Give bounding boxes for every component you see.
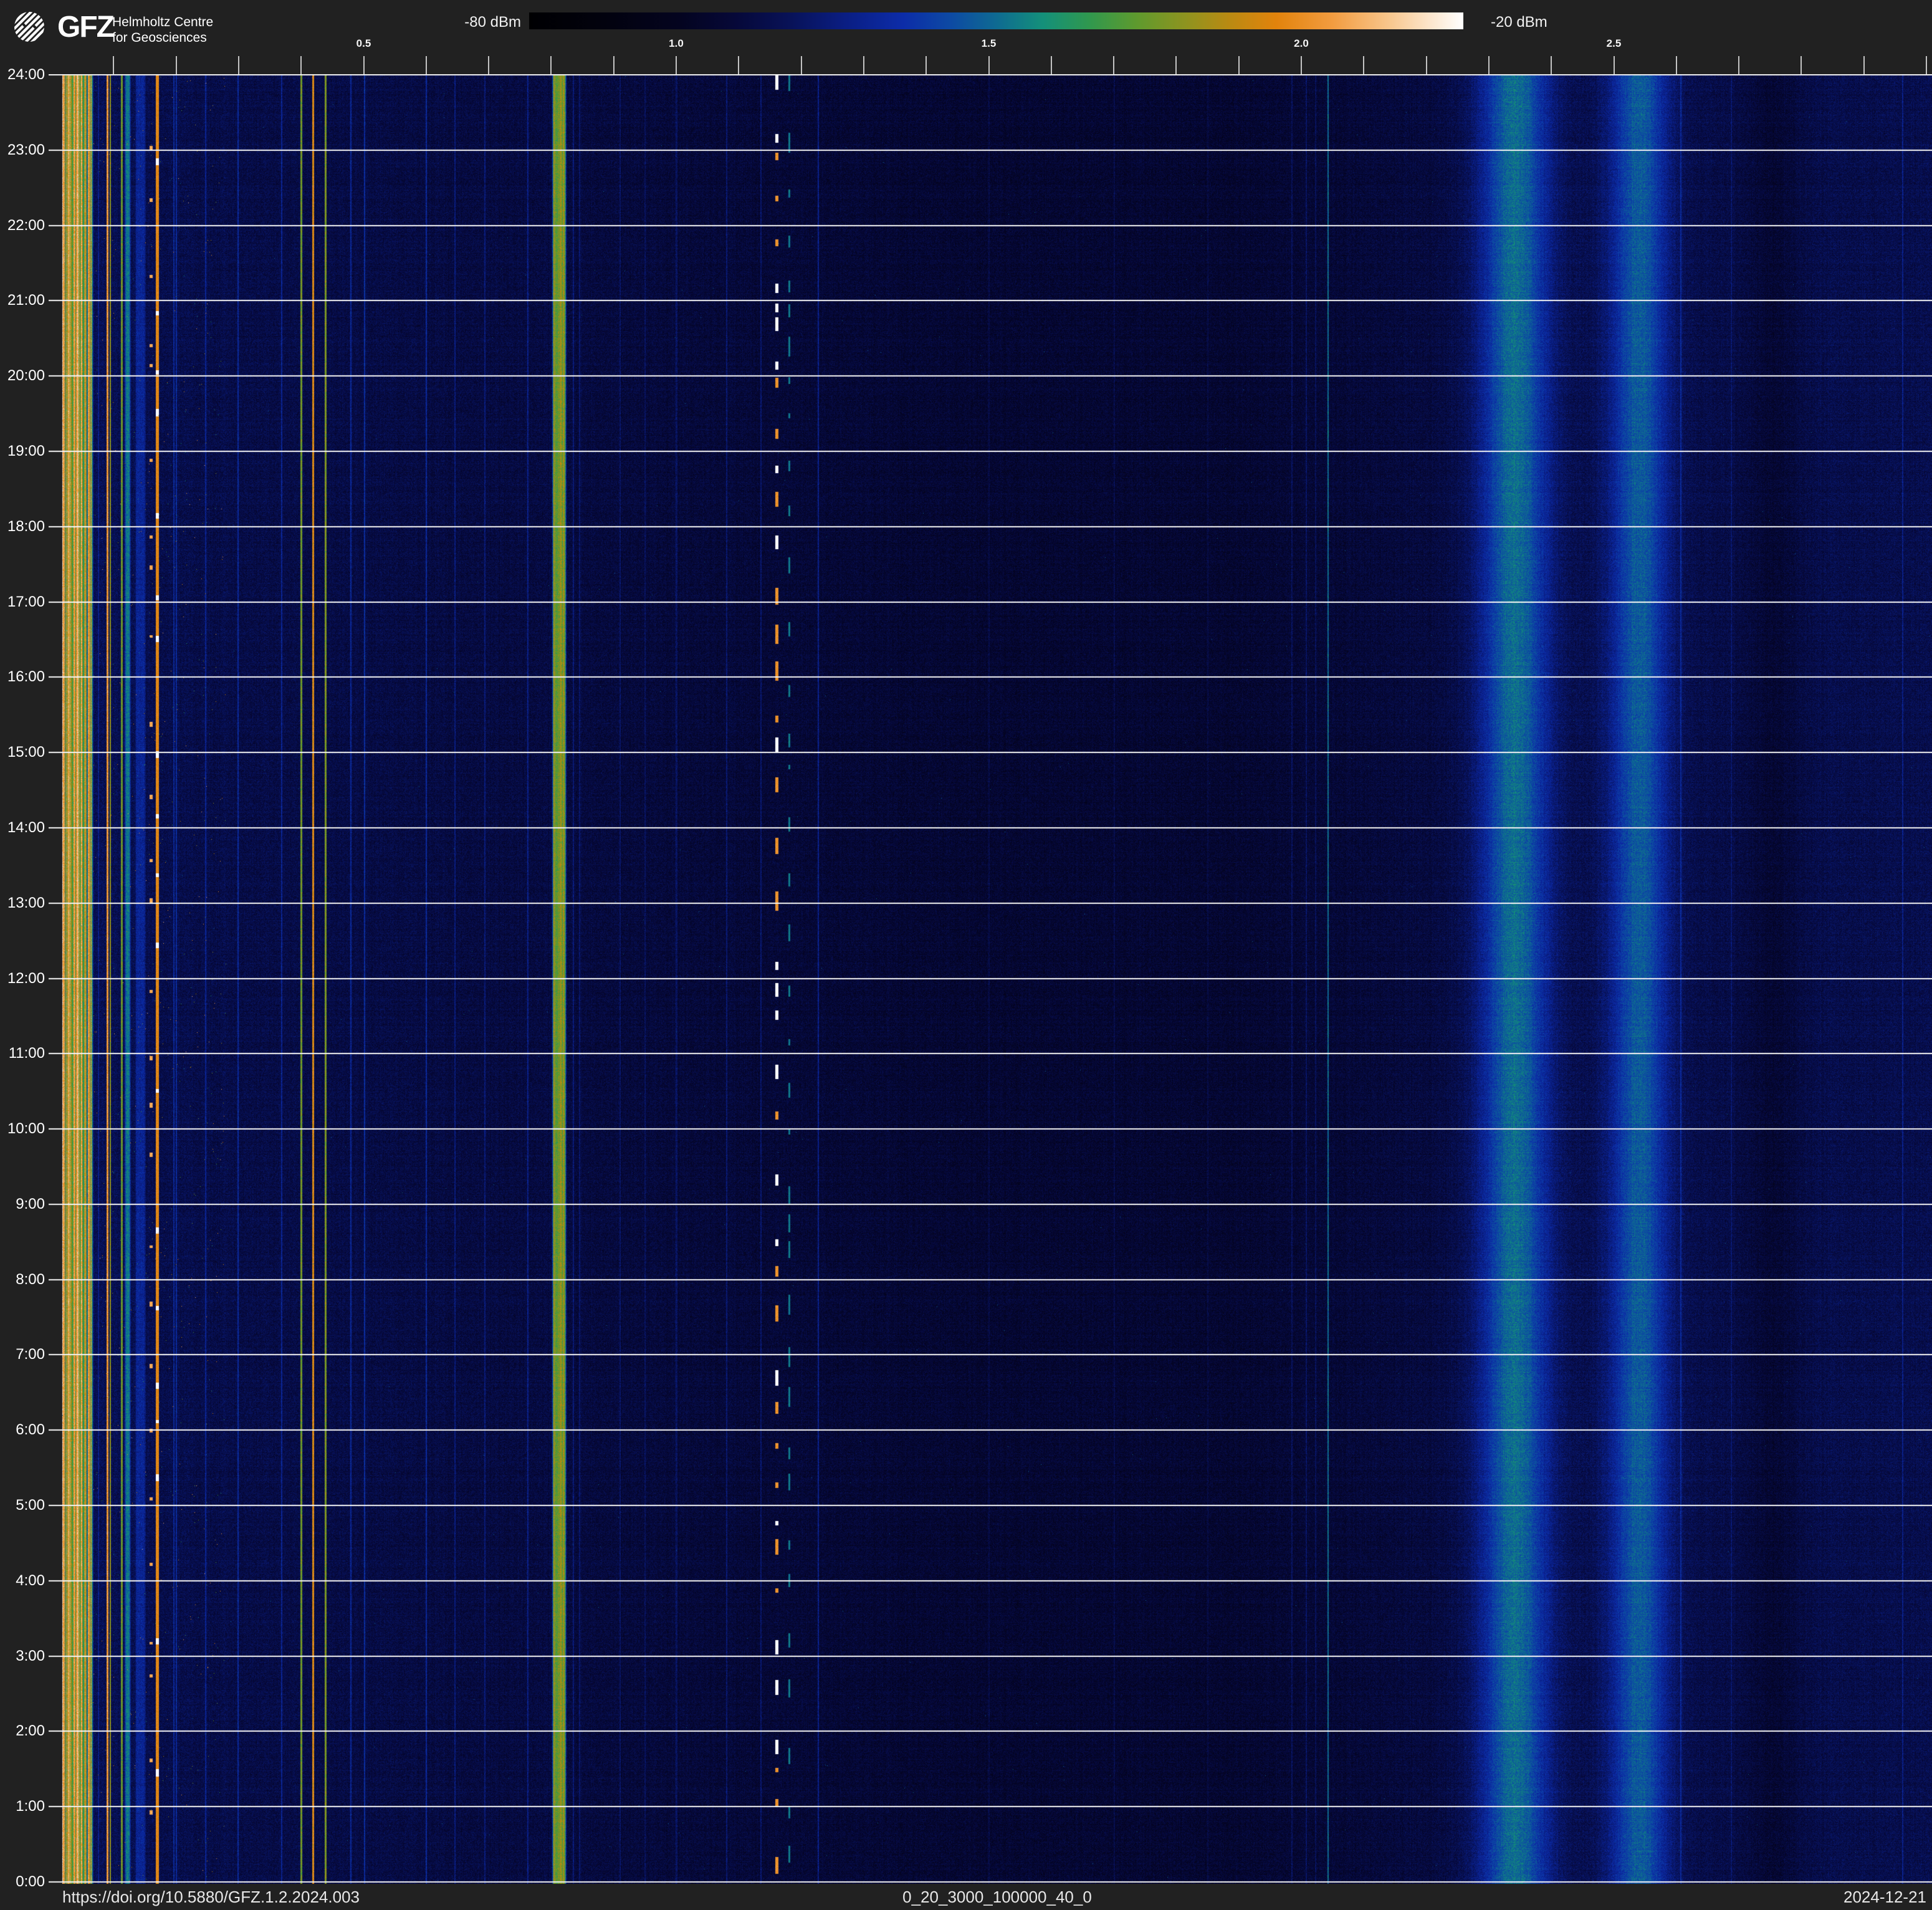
freq-tick (988, 56, 990, 74)
freq-tick (925, 56, 927, 74)
freq-tick (1926, 56, 1927, 74)
freq-tick-label: 1.0 (651, 37, 701, 50)
time-label: 4:00 (0, 1572, 45, 1590)
freq-tick (426, 56, 427, 74)
time-label: 12:00 (0, 969, 45, 988)
colorbar-max-label: -20 dBm (1491, 14, 1590, 31)
freq-tick (113, 56, 114, 74)
freq-tick (1175, 56, 1177, 74)
freq-tick (363, 56, 365, 74)
freq-tick (1113, 56, 1114, 74)
time-label: 6:00 (0, 1421, 45, 1439)
time-label: 8:00 (0, 1270, 45, 1289)
freq-tick (1863, 56, 1865, 74)
freq-tick-label: 2.5 (1589, 37, 1639, 50)
logo-subtitle-line2: for Geosciences (112, 31, 213, 46)
freq-tick (1238, 56, 1240, 74)
freq-tick (1301, 56, 1302, 74)
time-label: 1:00 (0, 1797, 45, 1816)
freq-tick-label: 1.5 (964, 37, 1014, 50)
time-label: 10:00 (0, 1120, 45, 1138)
time-label: 23:00 (0, 141, 45, 160)
time-label: 17:00 (0, 593, 45, 612)
freq-tick (801, 56, 802, 74)
freq-tick (176, 56, 177, 74)
logo-subtitle: Helmholtz Centre for Geosciences (112, 15, 213, 46)
freq-tick (676, 56, 677, 74)
time-label: 19:00 (0, 442, 45, 461)
time-label: 20:00 (0, 367, 45, 385)
colorbar-min-label: -80 dBm (436, 14, 521, 31)
time-label: 0:00 (0, 1873, 45, 1891)
time-label: 24:00 (0, 65, 45, 84)
freq-tick (1363, 56, 1364, 74)
time-label: 9:00 (0, 1195, 45, 1214)
logo-brand-text: GFZ (57, 10, 113, 44)
time-label: 2:00 (0, 1722, 45, 1740)
freq-tick (1676, 56, 1677, 74)
logo-subtitle-line1: Helmholtz Centre (112, 15, 213, 31)
freq-tick (613, 56, 615, 74)
spectrogram-page: GFZ Helmholtz Centre for Geosciences -80… (0, 0, 1932, 1910)
time-label: 3:00 (0, 1647, 45, 1666)
freq-tick (1738, 56, 1739, 74)
freq-tick (238, 56, 239, 74)
time-label: 22:00 (0, 216, 45, 235)
time-label: 7:00 (0, 1345, 45, 1364)
colorbar-gradient (529, 12, 1463, 29)
spectrogram-canvas (49, 74, 1932, 1884)
gfz-globe-icon (14, 11, 45, 42)
time-label: 5:00 (0, 1496, 45, 1515)
freq-tick (550, 56, 552, 74)
time-label: 16:00 (0, 668, 45, 686)
time-label: 21:00 (0, 291, 45, 310)
time-label: 18:00 (0, 517, 45, 536)
freq-tick (488, 56, 489, 74)
freq-tick (1488, 56, 1490, 74)
freq-tick (738, 56, 739, 74)
footer-date: 2024-12-21 (62, 1888, 1926, 1906)
freq-tick (1051, 56, 1052, 74)
freq-tick (1426, 56, 1427, 74)
freq-tick (300, 56, 302, 74)
freq-tick (1551, 56, 1552, 74)
time-label: 13:00 (0, 894, 45, 913)
time-label: 15:00 (0, 743, 45, 762)
freq-tick-label: 0.5 (339, 37, 389, 50)
freq-tick (1614, 56, 1615, 74)
freq-tick-label: 2.0 (1276, 37, 1326, 50)
freq-tick (863, 56, 864, 74)
freq-tick (1800, 56, 1802, 74)
time-label: 14:00 (0, 818, 45, 837)
gfz-logo (14, 11, 45, 42)
time-label: 11:00 (0, 1044, 45, 1063)
